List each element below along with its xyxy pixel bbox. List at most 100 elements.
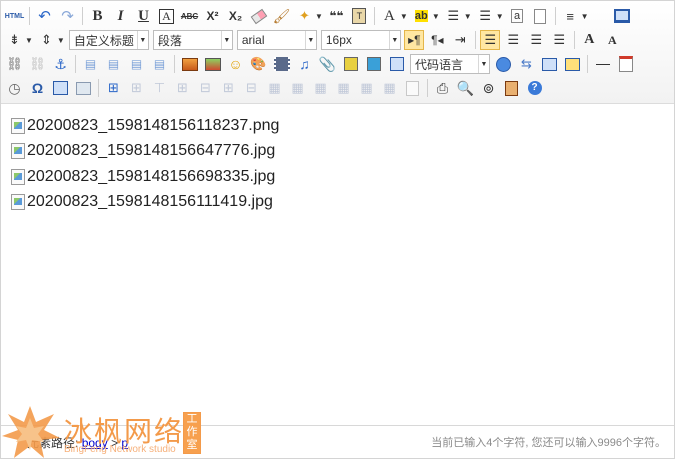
underline-button[interactable]: U	[134, 6, 154, 26]
font-family-select[interactable]: arial ▼	[236, 30, 317, 50]
align-center-button[interactable]: ☰	[503, 30, 523, 50]
auto-typeset-button[interactable]: ✦	[295, 6, 315, 26]
align-justify-button[interactable]: ☰	[549, 30, 569, 50]
page-break-button[interactable]	[530, 6, 550, 26]
format-painter-button[interactable]: 🖌	[272, 6, 292, 26]
link-button[interactable]: ⛓	[5, 54, 25, 74]
print-button[interactable]: ⎙	[433, 78, 453, 98]
custom-heading-select[interactable]: 自定义标题 ▼	[68, 30, 149, 50]
paragraph-spacing-dropdown[interactable]: ▼	[25, 36, 33, 45]
split-cols-button[interactable]: ▦	[380, 78, 400, 98]
background-button[interactable]	[563, 54, 583, 74]
horizontal-rule-icon	[595, 63, 610, 65]
webapp-button[interactable]	[494, 54, 514, 74]
unlink-button[interactable]: ⛓	[28, 54, 48, 74]
blockquote-button[interactable]: ❝❝	[326, 6, 346, 26]
split-cells-button[interactable]: ▦	[334, 78, 354, 98]
horizontal-rule-button[interactable]	[593, 54, 613, 74]
unordered-list-button[interactable]: ☰	[475, 6, 495, 26]
merge-down-button[interactable]: ▦	[311, 78, 331, 98]
fullscreen-button[interactable]	[612, 6, 632, 26]
italic-button[interactable]: I	[111, 6, 131, 26]
paragraph-select[interactable]: 段落 ▼	[152, 30, 233, 50]
paragraph-spacing-button[interactable]: ⇟	[5, 30, 25, 50]
split-rows-button[interactable]: ▦	[357, 78, 377, 98]
editor-content[interactable]: 20200823_1598148156118237.png 20200823_1…	[11, 113, 279, 215]
direction-ltr-button[interactable]: ▸¶	[404, 30, 425, 50]
image-placeholder[interactable]: 20200823_1598148156698335.jpg	[11, 164, 279, 190]
row-spacing-dropdown[interactable]: ▼	[57, 36, 65, 45]
delete-table-button[interactable]: ⊞	[127, 78, 147, 98]
indent-button[interactable]: ⇥	[450, 30, 470, 50]
insert-row-button[interactable]: ⊞	[173, 78, 193, 98]
insert-time-button[interactable]: ◷	[5, 78, 25, 98]
help-button[interactable]: ?	[525, 78, 545, 98]
search-replace-button[interactable]: ⊚	[479, 78, 499, 98]
forecolor-button[interactable]: A	[379, 6, 399, 26]
code-language-select[interactable]: 代码语言 ▼	[410, 54, 490, 74]
align-left-button[interactable]: ☰	[480, 30, 501, 50]
font-increase-button[interactable]: A	[579, 30, 599, 50]
font-size-select[interactable]: 16px ▼	[320, 30, 401, 50]
backcolor-dropdown[interactable]: ▼	[432, 12, 440, 21]
image-right-button[interactable]: ▤	[127, 54, 147, 74]
eraser-button[interactable]	[249, 6, 269, 26]
music-button[interactable]: ♫	[295, 54, 315, 74]
insert-frame-button[interactable]	[387, 54, 407, 74]
fontborder-button[interactable]: A	[157, 6, 177, 26]
insert-col-button[interactable]: ⊞	[219, 78, 239, 98]
preview-button[interactable]: 🔍	[456, 78, 476, 98]
insert-image-button[interactable]	[203, 54, 223, 74]
ordered-list-dropdown[interactable]: ▼	[464, 12, 472, 21]
unordered-list-dropdown[interactable]: ▼	[496, 12, 504, 21]
scrawl-button[interactable]: 🎨	[249, 54, 269, 74]
special-chars-button[interactable]: Ω	[28, 78, 48, 98]
emotion-button[interactable]: ☺	[226, 54, 246, 74]
bold-button[interactable]: B	[88, 6, 108, 26]
image-none-button[interactable]: ▤	[81, 54, 101, 74]
simple-upload-button[interactable]	[180, 54, 200, 74]
merge-cells-button[interactable]: ▦	[265, 78, 285, 98]
undo-button[interactable]: ↶	[35, 6, 55, 26]
image-placeholder[interactable]: 20200823_1598148156111419.jpg	[11, 190, 279, 216]
insert-video-button[interactable]	[272, 54, 292, 74]
chart-button[interactable]	[403, 78, 423, 98]
forecolor-dropdown[interactable]: ▼	[400, 12, 408, 21]
subscript-button[interactable]: X₂	[226, 6, 246, 26]
insert-date-button[interactable]	[616, 54, 636, 74]
merge-right-button[interactable]: ▦	[288, 78, 308, 98]
template-button[interactable]	[540, 54, 560, 74]
ordered-list-button[interactable]: ☰	[443, 6, 463, 26]
redo-button[interactable]: ↷	[58, 6, 78, 26]
strikethrough-button[interactable]: ABC	[180, 6, 200, 26]
image-left-button[interactable]: ▤	[104, 54, 124, 74]
backcolor-button[interactable]: ab	[411, 6, 431, 26]
insert-caption-button[interactable]: ⊤	[150, 78, 170, 98]
auto-typeset-dropdown[interactable]: ▼	[315, 12, 323, 21]
inline-code-button[interactable]: a	[507, 6, 527, 26]
image-center-button[interactable]: ▤	[150, 54, 170, 74]
superscript-button[interactable]: X²	[203, 6, 223, 26]
snapscreen-button[interactable]	[74, 78, 94, 98]
drafts-button[interactable]	[502, 78, 522, 98]
font-decrease-button[interactable]: A	[602, 30, 622, 50]
map-button[interactable]	[341, 54, 361, 74]
delete-row-button[interactable]: ⊟	[196, 78, 216, 98]
anchor-button[interactable]: ⚓	[51, 54, 71, 74]
attachment-button[interactable]: 📎	[318, 54, 338, 74]
html-source-button[interactable]: HTML	[5, 6, 25, 26]
direction-rtl-button[interactable]: ¶◂	[427, 30, 447, 50]
delete-col-button[interactable]: ⊟	[242, 78, 262, 98]
line-height-button[interactable]: ≡	[560, 6, 580, 26]
word-image-button[interactable]	[51, 78, 71, 98]
row-spacing-button[interactable]: ⇕	[36, 30, 56, 50]
line-height-dropdown[interactable]: ▼	[581, 12, 589, 21]
film-icon	[273, 57, 290, 71]
align-right-button[interactable]: ☰	[526, 30, 546, 50]
insert-table-button[interactable]: ⊞	[104, 78, 124, 98]
pagebreak-button[interactable]: ⇆	[517, 54, 537, 74]
paste-plain-button[interactable]: T	[349, 6, 369, 26]
image-placeholder[interactable]: 20200823_1598148156647776.jpg	[11, 139, 279, 165]
gmap-button[interactable]	[364, 54, 384, 74]
image-placeholder[interactable]: 20200823_1598148156118237.png	[11, 113, 279, 139]
